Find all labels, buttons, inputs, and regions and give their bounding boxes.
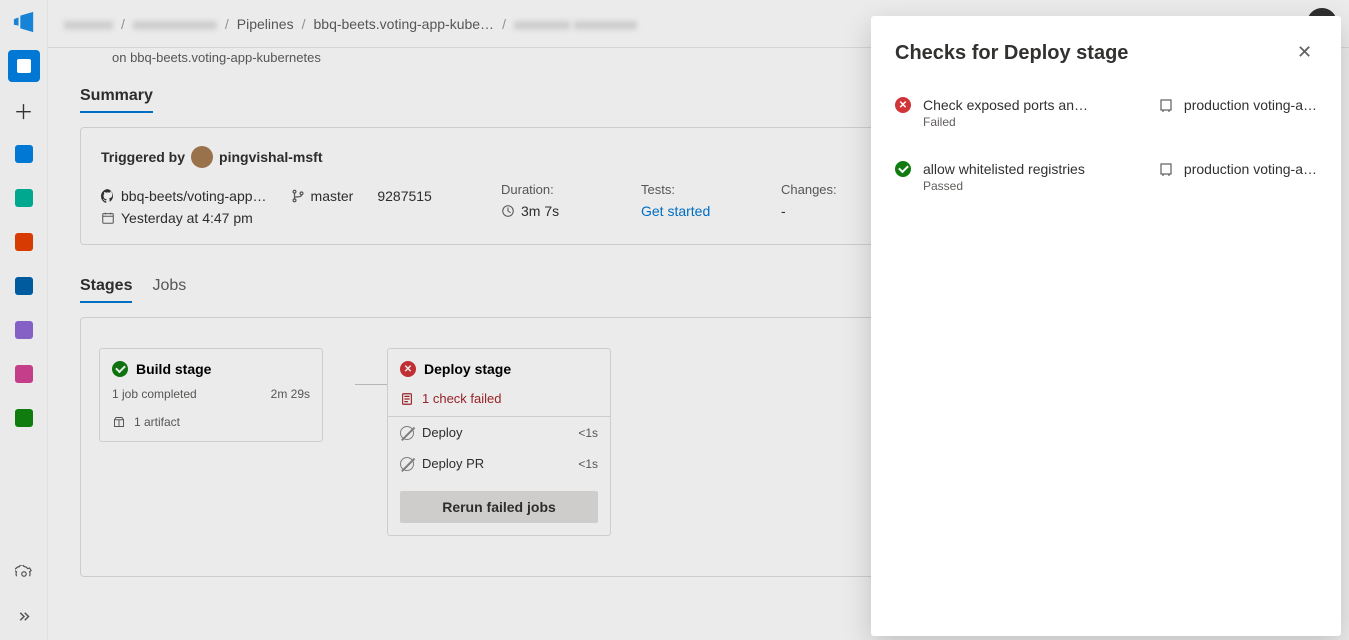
settings-icon[interactable]	[8, 558, 40, 590]
error-icon	[895, 97, 911, 113]
checks-panel: Checks for Deploy stage ✕ Check exposed …	[871, 16, 1341, 636]
nav-pipelines[interactable]	[8, 226, 40, 258]
azure-devops-logo-icon[interactable]	[8, 6, 40, 38]
check1-status: Failed	[923, 115, 1093, 129]
left-nav: ＋	[0, 0, 48, 640]
nav-overview[interactable]	[8, 50, 40, 82]
kubernetes-icon	[1158, 97, 1174, 113]
success-icon	[895, 161, 911, 177]
close-icon[interactable]: ✕	[1297, 42, 1317, 62]
kubernetes-icon	[1158, 161, 1174, 177]
check2-resource: production voting-a…	[1184, 161, 1317, 177]
check1-name: Check exposed ports and …	[923, 97, 1093, 113]
expand-nav-icon[interactable]	[8, 602, 40, 634]
nav-boards[interactable]	[8, 138, 40, 170]
nav-item-5[interactable]	[8, 270, 40, 302]
nav-item-8[interactable]	[8, 402, 40, 434]
check-row[interactable]: Check exposed ports and … Failed product…	[895, 97, 1317, 129]
check1-resource: production voting-a…	[1184, 97, 1317, 113]
checks-panel-title: Checks for Deploy stage	[895, 42, 1317, 65]
check2-status: Passed	[923, 179, 1085, 193]
check-row[interactable]: allow whitelisted registries Passed prod…	[895, 161, 1317, 193]
nav-add[interactable]: ＋	[8, 94, 40, 126]
nav-repos[interactable]	[8, 182, 40, 214]
nav-testplans[interactable]	[8, 314, 40, 346]
nav-artifacts[interactable]	[8, 358, 40, 390]
check2-name: allow whitelisted registries	[923, 161, 1085, 177]
